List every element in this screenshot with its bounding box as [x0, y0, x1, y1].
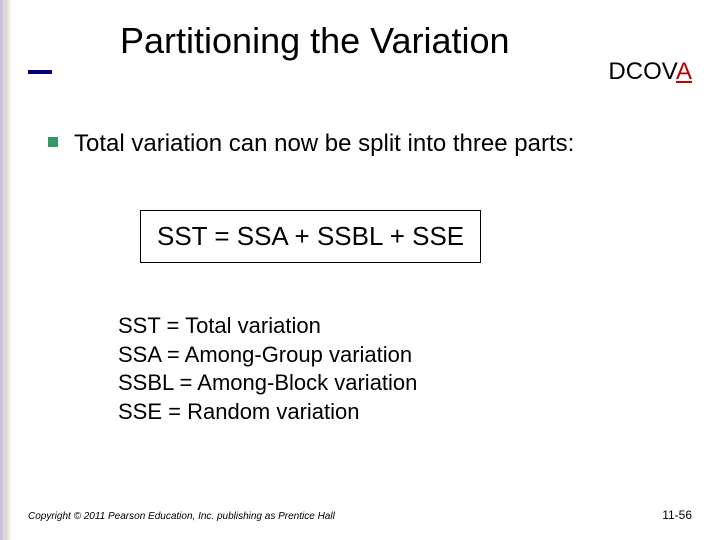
dcova-label: DCOVA: [608, 58, 692, 86]
bullet-row: Total variation can now be split into th…: [48, 128, 680, 159]
title-row: Partitioning the Variation DCOVA: [0, 20, 720, 62]
definitions-block: SST = Total variation SSA = Among-Group …: [118, 312, 417, 426]
left-shadow-yellow: [5, 0, 13, 540]
definition-sst: SST = Total variation: [118, 312, 417, 341]
definition-sse: SSE = Random variation: [118, 398, 417, 427]
dcova-a: A: [676, 58, 692, 85]
dcov-text: DCOV: [608, 58, 676, 85]
slide-title: Partitioning the Variation: [120, 20, 510, 62]
slide: Partitioning the Variation DCOVA Total v…: [0, 0, 720, 540]
copyright-text: Copyright © 2011 Pearson Education, Inc.…: [28, 511, 335, 522]
bullet-text: Total variation can now be split into th…: [74, 128, 574, 159]
formula-box: SST = SSA + SSBL + SSE: [140, 210, 481, 263]
definition-ssa: SSA = Among-Group variation: [118, 341, 417, 370]
bullet-icon: [48, 137, 58, 147]
definition-ssbl: SSBL = Among-Block variation: [118, 369, 417, 398]
slide-number: 11-56: [662, 508, 692, 522]
title-underline-accent: [28, 70, 52, 74]
formula-text: SST = SSA + SSBL + SSE: [157, 221, 464, 252]
